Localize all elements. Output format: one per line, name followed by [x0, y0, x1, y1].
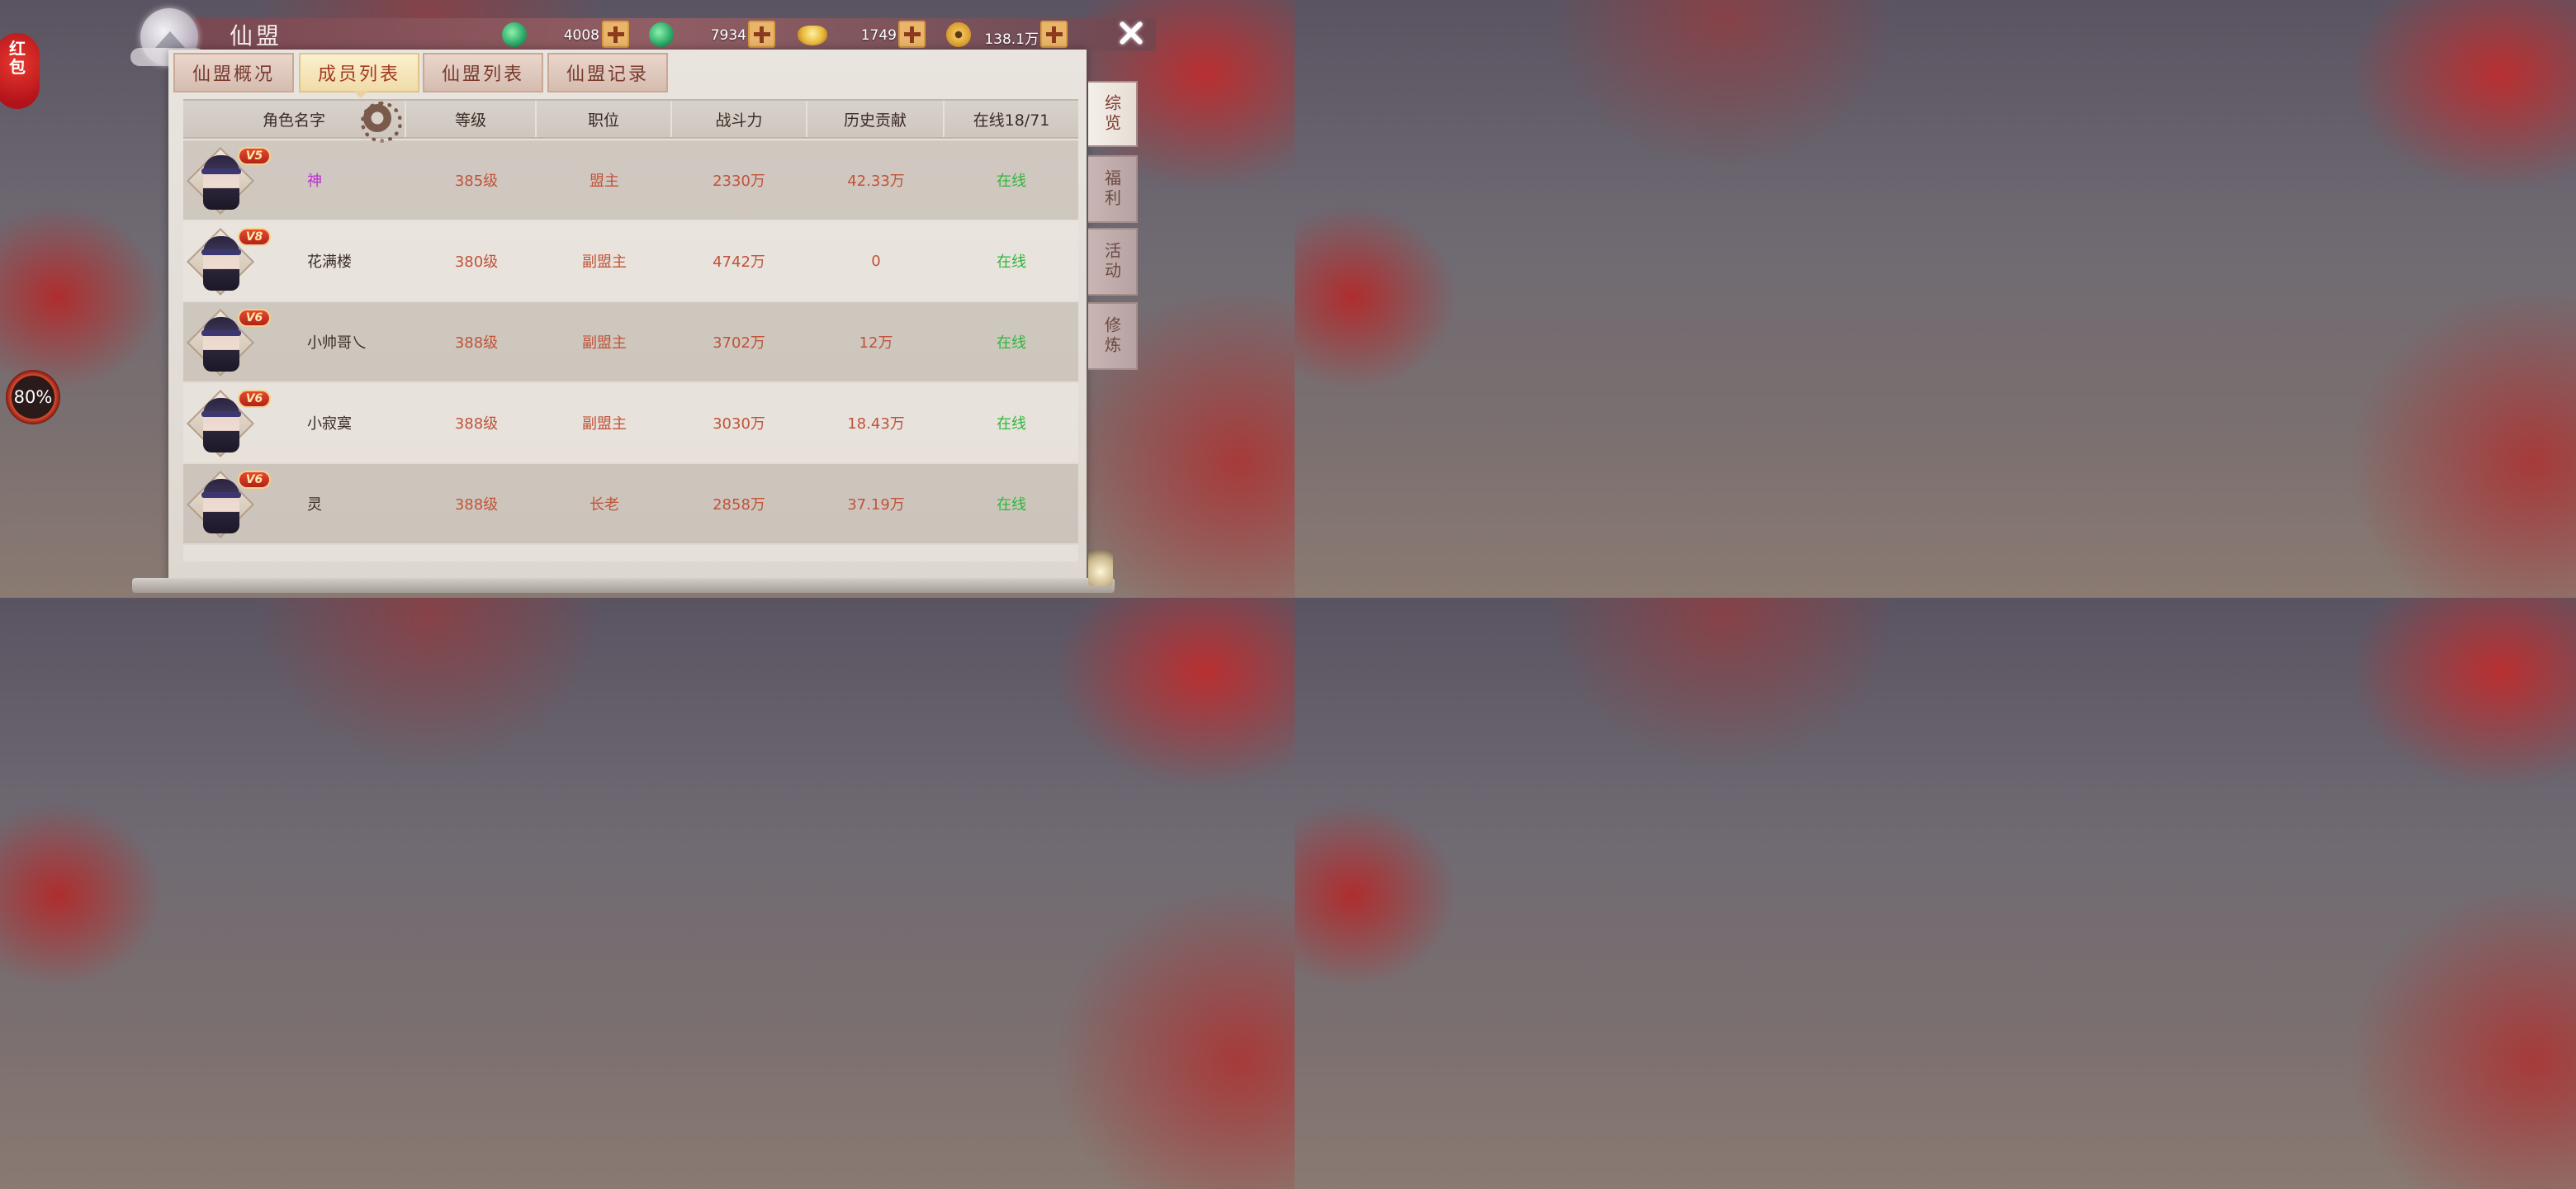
- header-name-label: 角色名字: [262, 111, 325, 130]
- member-level: 388级: [454, 496, 499, 514]
- vip-badge: V6: [238, 309, 271, 327]
- bound-jade-icon: [649, 22, 674, 47]
- jade-icon: [502, 22, 527, 47]
- currency-value: 4008: [563, 27, 599, 44]
- add-jade-button[interactable]: [602, 21, 629, 48]
- member-contribution: 37.19万: [847, 496, 905, 514]
- table-row-partial[interactable]: [183, 545, 1078, 561]
- member-power: 4742万: [713, 253, 765, 271]
- tab-member-list[interactable]: 成员列表: [299, 53, 419, 92]
- vip-badge: V5: [238, 147, 271, 165]
- scroll-rod: [132, 578, 1115, 593]
- header-level[interactable]: 等级: [406, 101, 537, 137]
- member-power: 3030万: [713, 415, 765, 433]
- member-power: 3702万: [713, 334, 765, 352]
- member-contribution: 18.43万: [847, 415, 905, 433]
- vip-badge: V8: [238, 228, 271, 246]
- member-status: 在线: [997, 415, 1026, 433]
- currency-value: 138.1万: [984, 31, 1039, 48]
- member-contribution: 42.33万: [847, 173, 905, 190]
- member-role: 盟主: [590, 173, 619, 190]
- tab-guild-list[interactable]: 仙盟列表: [423, 53, 543, 92]
- member-level: 388级: [454, 415, 499, 433]
- member-power: 2330万: [713, 173, 765, 190]
- member-status: 在线: [997, 496, 1026, 514]
- member-role: 副盟主: [582, 415, 627, 433]
- lantern-icon: [1088, 550, 1113, 586]
- member-level: 380级: [454, 253, 499, 271]
- vip-badge: V6: [238, 471, 271, 489]
- header-contribution[interactable]: 历史贡献: [807, 101, 945, 137]
- side-tab-overview[interactable]: 综览: [1088, 81, 1138, 147]
- progress-ring[interactable]: 80%: [6, 370, 60, 424]
- member-name: 小寂寞: [307, 415, 352, 433]
- active-tab-indicator: [353, 91, 368, 98]
- table-header: 角色名字 等级 职位 战斗力 历史贡献 在线18/71: [183, 99, 1078, 143]
- member-role: 副盟主: [582, 334, 627, 352]
- red-packet-label: 红: [9, 39, 26, 59]
- side-tab-cultivation[interactable]: 修炼: [1088, 302, 1138, 370]
- table-row[interactable]: V5 神 385级 盟主 2330万 42.33万 在线: [183, 140, 1078, 220]
- table-row[interactable]: V6 灵 388级 长老 2858万 37.19万 在线: [183, 464, 1078, 543]
- member-level: 388级: [454, 334, 499, 352]
- vip-badge: V6: [238, 390, 271, 408]
- header-power[interactable]: 战斗力: [672, 101, 807, 137]
- table-row[interactable]: V8 花满楼 380级 副盟主 4742万 0 在线: [183, 221, 1078, 301]
- member-role: 长老: [590, 496, 619, 514]
- progress-text: 80%: [13, 387, 53, 407]
- add-gold-button[interactable]: [898, 21, 926, 48]
- member-level: 385级: [454, 173, 499, 190]
- tab-guild-overview[interactable]: 仙盟概况: [173, 53, 294, 92]
- add-bound-jade-button[interactable]: [748, 21, 775, 48]
- member-status: 在线: [997, 253, 1026, 271]
- member-power: 2858万: [713, 496, 765, 514]
- member-status: 在线: [997, 334, 1026, 352]
- member-name: 小帅哥乀: [307, 334, 367, 352]
- table-row[interactable]: V6 小帅哥乀 388级 副盟主 3702万 12万 在线: [183, 302, 1078, 381]
- member-status: 在线: [997, 173, 1026, 190]
- side-tab-activity[interactable]: 活动: [1088, 228, 1138, 296]
- member-name: 神: [307, 173, 322, 190]
- currency-value: 1749: [860, 27, 897, 44]
- member-contribution: 12万: [859, 334, 893, 352]
- member-name: 花满楼: [307, 253, 352, 271]
- gear-icon[interactable]: [361, 102, 402, 143]
- tab-guild-records[interactable]: 仙盟记录: [547, 53, 668, 92]
- member-role: 副盟主: [582, 253, 627, 271]
- member-contribution: 0: [871, 252, 881, 270]
- currency-gold: 1749: [796, 21, 926, 49]
- add-coin-button[interactable]: [1040, 21, 1068, 48]
- currency-coin: 138.1万: [945, 21, 1068, 49]
- currency-bound-jade: 7934: [647, 21, 776, 49]
- side-tab-welfare[interactable]: 福利: [1088, 155, 1138, 223]
- close-icon[interactable]: [1115, 17, 1148, 50]
- header-role[interactable]: 职位: [537, 101, 672, 137]
- red-packet-label: 包: [9, 57, 26, 77]
- header-online[interactable]: 在线18/71: [945, 101, 1078, 137]
- currency-jade: 4008: [500, 21, 629, 49]
- red-packet-button[interactable]: 红 包: [0, 33, 40, 109]
- member-name: 灵: [307, 496, 322, 514]
- currency-value: 7934: [710, 27, 746, 44]
- table-row[interactable]: V6 小寂寞 388级 副盟主 3030万 18.43万 在线: [183, 383, 1078, 462]
- window-title: 仙盟: [230, 22, 283, 50]
